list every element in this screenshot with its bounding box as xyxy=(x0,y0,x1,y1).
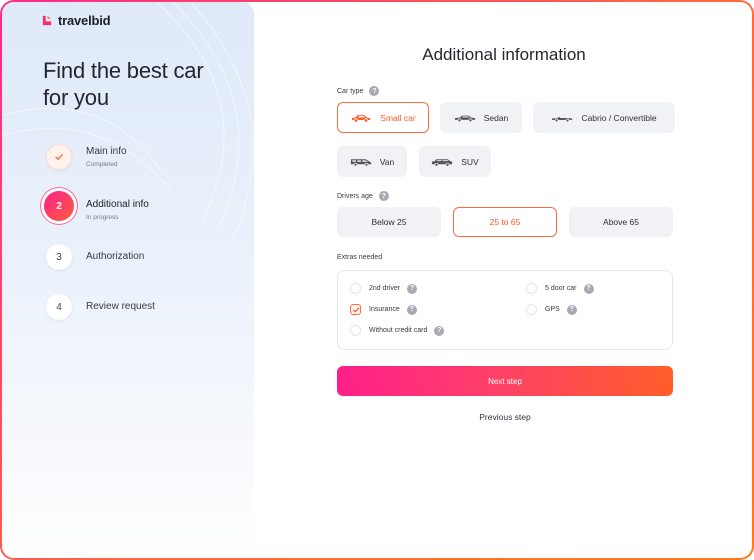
step-status: In progress xyxy=(86,214,119,221)
form-title: Additional information xyxy=(422,45,586,64)
sidebar: travelbid Find the best car for you Main… xyxy=(2,2,254,558)
convertible-car-icon xyxy=(552,116,573,122)
brand-name: travelbid xyxy=(58,13,111,28)
app-window: travelbid Find the best car for you Main… xyxy=(2,2,752,558)
age-option-label: 25 to 65 xyxy=(489,217,521,227)
suv-icon xyxy=(432,158,453,167)
car-type-sedan[interactable]: Sedan xyxy=(440,102,522,133)
help-icon[interactable]: ? xyxy=(369,86,380,96)
car-type-label-text: Car type xyxy=(337,87,364,95)
checkbox-label: GPS xyxy=(545,306,560,313)
step-status: Completed xyxy=(86,161,118,168)
next-step-button[interactable]: Next step xyxy=(337,366,673,396)
extra-gps[interactable]: GPS ? xyxy=(526,304,577,315)
page-headline: Find the best car for you xyxy=(43,58,204,110)
car-type-van[interactable]: Van xyxy=(337,146,407,177)
age-option-25-to-65[interactable]: 25 to 65 xyxy=(453,207,557,237)
help-icon[interactable]: ? xyxy=(583,283,594,294)
extra-without-credit-card[interactable]: Without credit card ? xyxy=(350,325,445,336)
step-review-request[interactable]: 4 Review request xyxy=(46,294,155,320)
van-icon xyxy=(350,158,371,167)
extras-label-text: Extras needed xyxy=(337,254,383,261)
drivers-age-label: Drivers age ? xyxy=(337,191,389,201)
checkbox-label: Insurance xyxy=(369,306,400,313)
sedan-icon xyxy=(454,115,475,122)
step-title: Additional info xyxy=(86,199,149,210)
age-option-above-65[interactable]: Above 65 xyxy=(569,207,673,237)
checkbox-checked[interactable] xyxy=(350,304,361,315)
previous-step-link[interactable]: Previous step xyxy=(337,412,673,422)
step-title: Review request xyxy=(86,301,155,312)
checkmark-icon xyxy=(55,154,63,160)
car-type-label-suv: SUV xyxy=(461,156,479,167)
checkbox[interactable] xyxy=(526,304,537,315)
help-icon[interactable]: ? xyxy=(434,325,445,336)
checkbox-label: Without credit card xyxy=(369,327,428,334)
help-icon[interactable]: ? xyxy=(566,304,577,315)
help-icon[interactable]: ? xyxy=(407,283,418,294)
step-main-info[interactable]: Main info Completed xyxy=(46,144,127,170)
age-option-label: Above 65 xyxy=(603,217,639,227)
checkbox[interactable] xyxy=(526,283,537,294)
extra-insurance[interactable]: Insurance ? xyxy=(350,304,417,315)
age-option-label: Below 25 xyxy=(371,217,407,227)
drivers-age-label-text: Drivers age xyxy=(337,192,373,200)
small-car-icon xyxy=(352,114,371,123)
checkbox[interactable] xyxy=(350,325,361,336)
step-number-badge: 3 xyxy=(46,244,72,270)
car-type-label-van: Van xyxy=(379,156,395,167)
step-completed-badge xyxy=(46,144,72,170)
step-authorization[interactable]: 3 Authorization xyxy=(46,244,144,270)
car-type-label-small-car: Small car xyxy=(380,112,416,123)
step-title: Authorization xyxy=(86,251,145,262)
brand-logo[interactable]: travelbid xyxy=(42,13,111,28)
checkbox-label: 5 door car xyxy=(545,285,577,292)
step-number-badge: 4 xyxy=(46,294,72,320)
car-type-label-cabrio: Cabrio / Convertible xyxy=(581,112,657,123)
app-frame: travelbid Find the best car for you Main… xyxy=(0,0,754,560)
checkbox[interactable] xyxy=(350,283,361,294)
extra-5-door-car[interactable]: 5 door car ? xyxy=(526,283,594,294)
help-icon[interactable]: ? xyxy=(378,191,389,201)
car-type-suv[interactable]: SUV xyxy=(419,146,491,177)
car-type-label-sedan: Sedan xyxy=(483,112,509,123)
checkmark-icon xyxy=(352,307,359,312)
step-number-badge: 2 xyxy=(44,191,74,221)
extra-2nd-driver[interactable]: 2nd driver ? xyxy=(350,283,418,294)
age-option-below-25[interactable]: Below 25 xyxy=(337,207,441,237)
car-type-label: Car type ? xyxy=(337,86,380,96)
extras-label: Extras needed xyxy=(337,254,382,261)
step-title: Main info xyxy=(86,146,127,157)
help-icon[interactable]: ? xyxy=(406,304,417,315)
checkbox-label: 2nd driver xyxy=(369,285,401,292)
car-type-cabrio[interactable]: Cabrio / Convertible xyxy=(533,102,675,133)
logo-mark-icon xyxy=(42,15,52,26)
car-type-small-car[interactable]: Small car xyxy=(337,102,429,133)
step-additional-info[interactable]: 2 Additional info In progress xyxy=(44,191,149,221)
